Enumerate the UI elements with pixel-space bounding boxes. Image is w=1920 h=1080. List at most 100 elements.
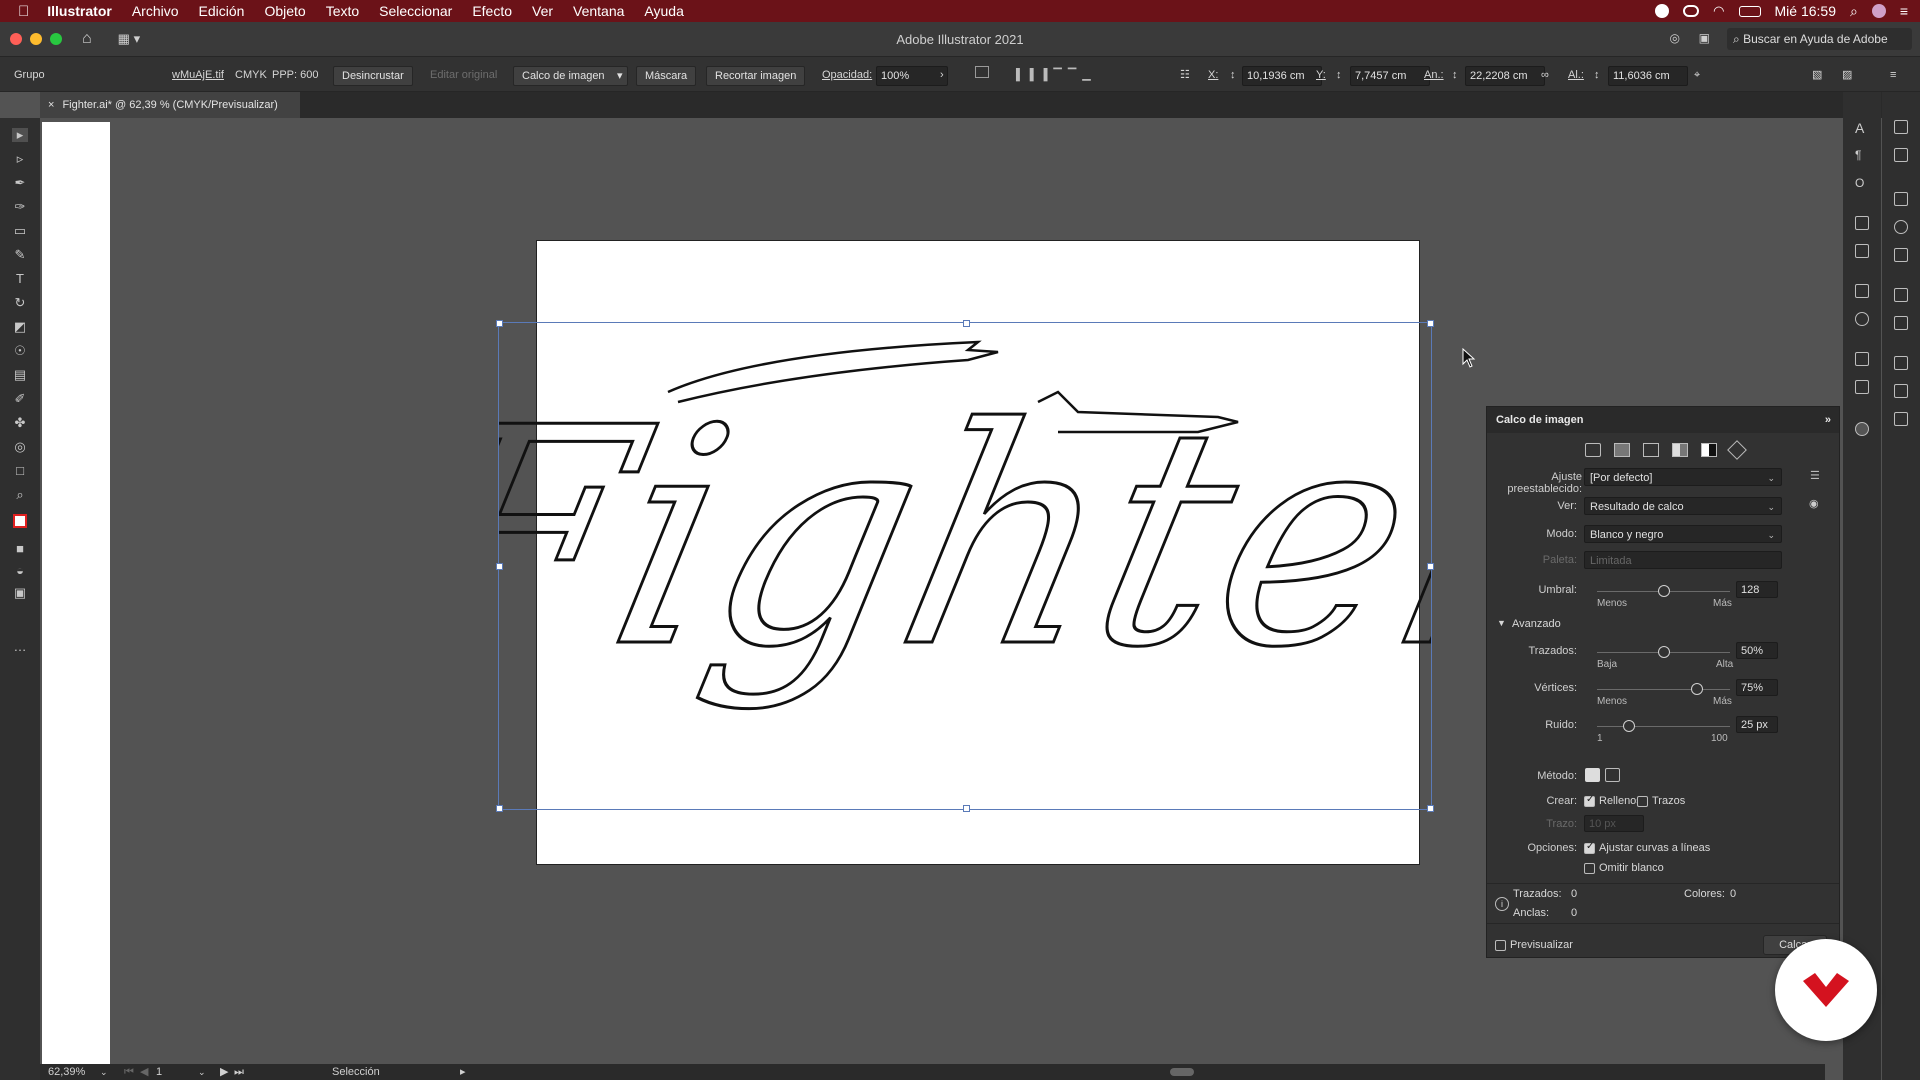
symbols-panel-icon[interactable] — [1855, 216, 1869, 230]
opentype-panel-icon[interactable]: O — [1855, 176, 1869, 190]
menu-seleccionar[interactable]: Seleccionar — [379, 3, 452, 19]
color-mode-icon[interactable]: ■ — [12, 542, 28, 556]
opacity-field[interactable]: 100% — [876, 66, 948, 86]
menu-archivo[interactable]: Archivo — [132, 3, 179, 19]
corners-slider[interactable] — [1597, 683, 1730, 695]
grayscale-preset-icon[interactable] — [1672, 443, 1688, 457]
transform-panel-icon[interactable] — [1894, 120, 1908, 134]
menubar-clock[interactable]: Mié 16:59 — [1775, 3, 1836, 19]
paragraph-panel-icon[interactable]: ¶ — [1855, 148, 1869, 162]
lasso-tool-icon[interactable]: ☉ — [12, 344, 28, 358]
menu-efecto[interactable]: Efecto — [472, 3, 512, 19]
pathfinder-panel-icon[interactable] — [1894, 356, 1908, 370]
stroke-width-field[interactable]: 10 px — [1584, 815, 1644, 832]
abutting-method-icon[interactable] — [1585, 768, 1600, 782]
asset-export-icon[interactable] — [1855, 380, 1869, 394]
y-position-field[interactable]: 7,7457 cm — [1350, 66, 1430, 86]
paths-field[interactable]: 50% — [1736, 642, 1778, 659]
image-trace-button[interactable]: Calco de imagen ▾ — [513, 66, 628, 86]
next-artboard-icon[interactable]: ▶ — [220, 1064, 228, 1080]
gradient-panel-icon[interactable] — [1894, 316, 1908, 330]
fills-checkbox[interactable] — [1584, 794, 1595, 807]
outline-preset-icon[interactable] — [1727, 440, 1747, 460]
resize-handle-bottom-left[interactable] — [496, 805, 503, 812]
eye-icon[interactable]: ◉ — [1809, 497, 1819, 510]
width-field[interactable]: 22,2208 cm — [1465, 66, 1545, 86]
resize-handle-bottom-right[interactable] — [1427, 805, 1434, 812]
layers-stack-icon[interactable] — [1855, 352, 1869, 366]
color-guide-panel-icon[interactable] — [1894, 248, 1908, 262]
mode-select[interactable]: Blanco y negro ⌄ — [1584, 525, 1782, 543]
user-avatar-icon[interactable] — [1871, 4, 1886, 18]
help-search-field[interactable]: ⌕ Buscar en Ayuda de Adobe — [1727, 28, 1912, 50]
stepper-icon[interactable]: ↕ — [1594, 66, 1600, 84]
swatches-panel-icon[interactable] — [1894, 192, 1908, 206]
noise-slider[interactable] — [1597, 720, 1730, 732]
overlapping-method-icon[interactable] — [1605, 768, 1620, 782]
high-color-preset-icon[interactable] — [1614, 443, 1630, 457]
transform-icon[interactable] — [975, 66, 989, 84]
constrain-proportions-link-icon[interactable]: ∞ — [1541, 66, 1549, 84]
zoom-level-field[interactable]: 62,39% — [48, 1064, 85, 1080]
menu-app-illustrator[interactable]: Illustrator — [47, 3, 112, 19]
linked-file-link[interactable]: wMuAjE.tif — [172, 66, 224, 84]
collapse-panel-icon[interactable]: » — [1825, 407, 1831, 433]
mask-button[interactable]: Máscara — [636, 66, 697, 86]
fill-stroke-swatch-icon[interactable] — [12, 514, 28, 528]
close-tab-icon[interactable]: × — [48, 99, 54, 111]
auto-color-preset-icon[interactable] — [1585, 443, 1601, 457]
align-buttons-group[interactable]: ▐▐▐▔▔▁ — [1012, 66, 1097, 84]
selection-tool-icon[interactable]: ▸ — [12, 128, 28, 142]
reference-point-icon[interactable]: ☷ — [1180, 66, 1190, 84]
rotate-tool-icon[interactable]: ↻ — [12, 296, 28, 310]
image-trace-panel-icon[interactable] — [1855, 422, 1869, 436]
screen-mode-icon[interactable]: ▣ — [12, 586, 28, 600]
paintbrush-tool-icon[interactable]: ✎ — [12, 248, 28, 262]
arrange-icon[interactable]: ▨ — [1842, 66, 1852, 84]
strokes-checkbox[interactable] — [1637, 796, 1648, 807]
record-icon[interactable] — [1655, 4, 1670, 18]
spotlight-search-icon[interactable]: ⌕ — [1850, 3, 1858, 20]
stepper-icon[interactable]: ↕ — [1336, 66, 1342, 84]
unembed-button[interactable]: Desincrustar — [333, 66, 413, 86]
direct-selection-tool-icon[interactable]: ▹ — [12, 152, 28, 166]
snap-curves-checkbox[interactable] — [1584, 841, 1595, 854]
preset-select[interactable]: [Por defecto] ⌄ — [1584, 468, 1782, 486]
eyedropper-tool-icon[interactable]: ✐ — [12, 392, 28, 406]
threshold-field[interactable]: 128 — [1736, 581, 1778, 598]
disclosure-triangle-icon[interactable]: ▼ — [1497, 618, 1506, 628]
character-panel-icon[interactable]: A — [1855, 120, 1869, 136]
advanced-section-toggle[interactable]: Avanzado — [1512, 618, 1561, 630]
draw-mode-icon[interactable]: ◒ — [12, 564, 28, 578]
resize-handle-left[interactable] — [496, 563, 503, 570]
noise-field[interactable]: 25 px — [1736, 716, 1778, 733]
crop-image-button[interactable]: Recortar imagen — [706, 66, 806, 86]
ignore-white-checkbox[interactable] — [1584, 863, 1595, 874]
preset-menu-icon[interactable]: ☰ — [1810, 469, 1820, 482]
menu-edicion[interactable]: Edición — [199, 3, 245, 19]
color-panel-icon[interactable] — [1894, 220, 1908, 234]
control-center-icon[interactable]: ≡ — [1900, 3, 1908, 19]
resize-handle-bottom[interactable] — [963, 805, 970, 812]
edit-original-button[interactable]: Editar original — [430, 66, 497, 84]
chevron-down-icon[interactable]: ▾ — [617, 67, 623, 85]
transform-panel-icon[interactable]: ⌖ — [1694, 66, 1700, 84]
pen-tool-icon[interactable]: ✒ — [12, 176, 28, 190]
height-field[interactable]: 11,6036 cm — [1608, 66, 1688, 86]
apple-icon[interactable]:  — [18, 3, 29, 20]
first-artboard-icon[interactable]: ⏮ — [124, 1064, 134, 1080]
view-select[interactable]: Resultado de calco ⌄ — [1584, 497, 1782, 515]
isolate-group-icon[interactable]: ▧ — [1812, 66, 1822, 84]
chevron-down-icon[interactable]: ⌄ — [198, 1064, 206, 1080]
share-icon[interactable]: ◎ — [1670, 31, 1680, 45]
menu-ventana[interactable]: Ventana — [573, 3, 624, 19]
arrange-documents-icon[interactable]: ▣ — [1699, 31, 1710, 45]
corners-field[interactable]: 75% — [1736, 679, 1778, 696]
menu-objeto[interactable]: Objeto — [264, 3, 305, 19]
selection-bounding-box[interactable] — [496, 320, 1434, 812]
export-panel-icon[interactable] — [1855, 284, 1869, 298]
rectangle-tool-icon[interactable]: ▭ — [12, 224, 28, 238]
layers-panel-icon[interactable] — [1894, 384, 1908, 398]
artboard-number-field[interactable]: 1 — [156, 1064, 162, 1080]
stepper-icon[interactable]: ↕ — [1452, 66, 1458, 84]
